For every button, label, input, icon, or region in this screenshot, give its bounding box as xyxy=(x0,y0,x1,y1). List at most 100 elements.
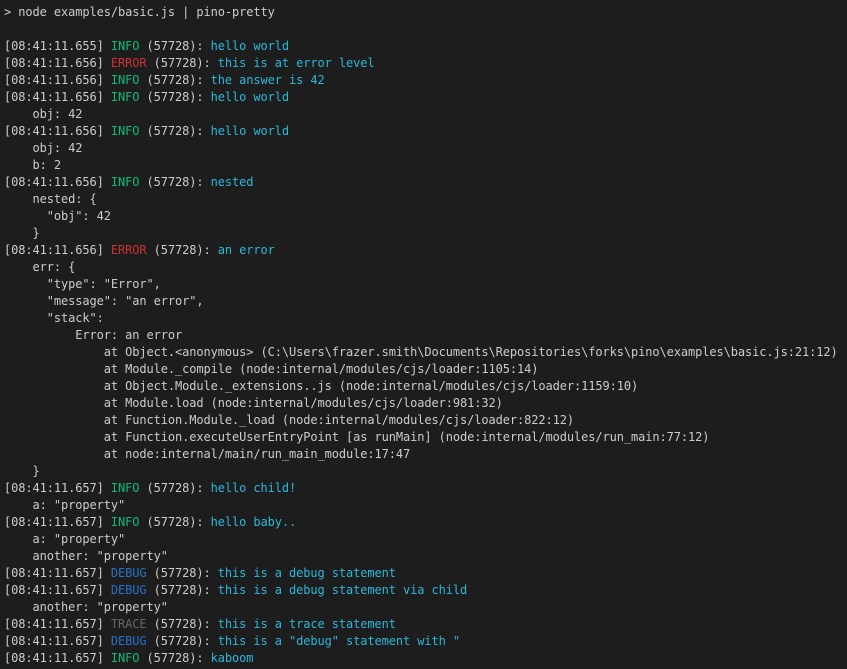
log-text: [08:41:11.657] xyxy=(4,515,111,529)
log-text: (57728): xyxy=(139,124,210,138)
log-level-info: INFO xyxy=(111,515,140,529)
log-message: hello world xyxy=(211,90,289,104)
log-text: "message": "an error", xyxy=(4,294,204,308)
log-message: this is a "debug" statement with " xyxy=(218,634,460,648)
log-text: (57728): xyxy=(139,73,210,87)
terminal-line: [08:41:11.657] INFO (57728): kaboom xyxy=(4,650,847,667)
log-text: (57728): xyxy=(147,566,218,580)
terminal-line: Error: an error xyxy=(4,327,847,344)
log-text: "obj": 42 xyxy=(4,209,111,223)
terminal-line: at Module.load (node:internal/modules/cj… xyxy=(4,395,847,412)
log-text: obj: 42 xyxy=(4,107,82,121)
log-message: nested xyxy=(211,175,254,189)
terminal-line: } xyxy=(4,225,847,242)
terminal-line: at node:internal/main/run_main_module:17… xyxy=(4,446,847,463)
terminal-line: [08:41:11.657] TRACE (57728): this is a … xyxy=(4,616,847,633)
terminal-line: "type": "Error", xyxy=(4,276,847,293)
log-text: Error: an error xyxy=(4,328,182,342)
log-text: another: "property" xyxy=(4,600,168,614)
terminal-line: [08:41:11.657] INFO (57728): hello baby.… xyxy=(4,514,847,531)
terminal-line: obj: 42 xyxy=(4,106,847,123)
log-level-trace: TRACE xyxy=(111,617,147,631)
log-message: hello child! xyxy=(211,481,297,495)
log-text: at Module.load (node:internal/modules/cj… xyxy=(4,396,503,410)
log-text: (57728): xyxy=(139,39,210,53)
log-text: (57728): xyxy=(147,56,218,70)
log-text: b: 2 xyxy=(4,158,61,172)
log-text: at Module._compile (node:internal/module… xyxy=(4,362,538,376)
log-message: this is a trace statement xyxy=(218,617,396,631)
terminal-line: [08:41:11.656] INFO (57728): nested xyxy=(4,174,847,191)
log-level-info: INFO xyxy=(111,73,140,87)
log-text: a: "property" xyxy=(4,498,125,512)
log-text: [08:41:11.656] xyxy=(4,90,111,104)
log-text: (57728): xyxy=(147,617,218,631)
log-message: hello world xyxy=(211,124,289,138)
log-text: (57728): xyxy=(139,90,210,104)
log-level-error: ERROR xyxy=(111,56,147,70)
log-text: [08:41:11.657] xyxy=(4,481,111,495)
log-text: another: "property" xyxy=(4,549,168,563)
terminal-line: "obj": 42 xyxy=(4,208,847,225)
terminal-blank-line xyxy=(4,21,847,38)
terminal-line: [08:41:11.656] ERROR (57728): this is at… xyxy=(4,55,847,72)
log-text: (57728): xyxy=(139,515,210,529)
terminal-line: "stack": xyxy=(4,310,847,327)
log-text: [08:41:11.655] xyxy=(4,39,111,53)
terminal-line: > node examples/basic.js | pino-pretty xyxy=(4,4,847,21)
terminal-line: [08:41:11.656] INFO (57728): hello world xyxy=(4,123,847,140)
log-text: [08:41:11.656] xyxy=(4,243,111,257)
log-level-debug: DEBUG xyxy=(111,583,147,597)
log-message: hello baby.. xyxy=(211,515,297,529)
log-level-error: ERROR xyxy=(111,243,147,257)
log-text: [08:41:11.656] xyxy=(4,175,111,189)
terminal-line: at Function.executeUserEntryPoint [as ru… xyxy=(4,429,847,446)
log-text: "stack": xyxy=(4,311,104,325)
terminal-line: at Module._compile (node:internal/module… xyxy=(4,361,847,378)
log-text: err: { xyxy=(4,260,75,274)
log-text: (57728): xyxy=(147,243,218,257)
terminal-line: [08:41:11.657] DEBUG (57728): this is a … xyxy=(4,582,847,599)
terminal-line: b: 2 xyxy=(4,157,847,174)
terminal-line: [08:41:11.657] DEBUG (57728): this is a … xyxy=(4,565,847,582)
log-level-info: INFO xyxy=(111,39,140,53)
log-message: kaboom xyxy=(211,651,254,665)
terminal-line: [08:41:11.656] INFO (57728): hello world xyxy=(4,89,847,106)
log-level-info: INFO xyxy=(111,175,140,189)
log-message: hello world xyxy=(211,39,289,53)
log-level-info: INFO xyxy=(111,90,140,104)
log-text: [08:41:11.656] xyxy=(4,124,111,138)
terminal-line: } xyxy=(4,463,847,480)
log-level-info: INFO xyxy=(111,124,140,138)
log-level-info: INFO xyxy=(111,481,140,495)
terminal-line: "message": "an error", xyxy=(4,293,847,310)
log-message: this is a debug statement xyxy=(218,566,396,580)
log-text: "type": "Error", xyxy=(4,277,161,291)
log-level-debug: DEBUG xyxy=(111,634,147,648)
log-text: (57728): xyxy=(139,175,210,189)
log-text: obj: 42 xyxy=(4,141,82,155)
log-text: (57728): xyxy=(139,481,210,495)
terminal-line: [08:41:11.657] DEBUG (57728): this is a … xyxy=(4,633,847,650)
log-text: [08:41:11.656] xyxy=(4,56,111,70)
terminal-line: another: "property" xyxy=(4,548,847,565)
log-message: this is at error level xyxy=(218,56,375,70)
terminal-line: obj: 42 xyxy=(4,140,847,157)
terminal-line: at Object.Module._extensions..js (node:i… xyxy=(4,378,847,395)
log-text: > node examples/basic.js | pino-pretty xyxy=(4,5,275,19)
log-text: } xyxy=(4,464,40,478)
log-text: [08:41:11.657] xyxy=(4,617,111,631)
log-text: [08:41:11.657] xyxy=(4,651,111,665)
terminal-line: err: { xyxy=(4,259,847,276)
log-message: the answer is 42 xyxy=(211,73,325,87)
log-level-info: INFO xyxy=(111,651,140,665)
terminal-line: at Object.<anonymous> (C:\Users\frazer.s… xyxy=(4,344,847,361)
terminal-window[interactable]: > node examples/basic.js | pino-pretty [… xyxy=(0,0,847,669)
terminal-line: nested: { xyxy=(4,191,847,208)
log-text: at Object.<anonymous> (C:\Users\frazer.s… xyxy=(4,345,838,359)
log-text: (57728): xyxy=(139,651,210,665)
log-text: [08:41:11.657] xyxy=(4,566,111,580)
log-level-debug: DEBUG xyxy=(111,566,147,580)
terminal-output: > node examples/basic.js | pino-pretty [… xyxy=(4,4,847,667)
terminal-line: [08:41:11.656] INFO (57728): the answer … xyxy=(4,72,847,89)
